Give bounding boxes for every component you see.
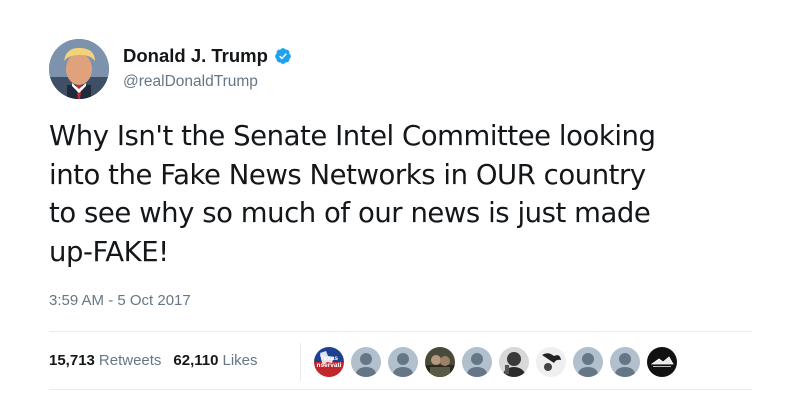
default-avatar-icon [573,347,603,377]
texas-logo-icon [314,347,344,377]
liker-avatar-default[interactable] [351,347,381,377]
verified-badge-icon [274,47,292,65]
tweet-stats: 15,713 Retweets 62,110 Likes [49,349,270,371]
like-count: 62,110 [173,351,219,369]
divider [49,331,752,332]
default-avatar-icon [462,347,492,377]
user-photo-icon [499,347,529,377]
like-label: Likes [222,351,258,369]
author-avatar[interactable] [49,39,109,99]
likers-avatar-list: Texas nservati [314,346,684,378]
user-photo-icon [536,347,566,377]
liker-avatar-photo[interactable] [499,347,529,377]
retweet-label: Retweets [98,351,162,369]
default-avatar-icon [388,347,418,377]
author-screen-name[interactable]: @realDonaldTrump [123,73,258,91]
author-name-row[interactable]: Donald J. Trump [123,44,292,68]
liker-avatar-photo[interactable] [536,347,566,377]
liker-avatar-default[interactable] [388,347,418,377]
liker-avatar-texas-conservative[interactable]: Texas nservati [314,347,344,377]
liker-avatar-default[interactable] [573,347,603,377]
divider [49,389,752,390]
liker-avatar-photo[interactable] [647,347,677,377]
retweet-count: 15,713 [49,351,95,369]
user-photo-icon [647,347,677,377]
liker-avatar-default[interactable] [610,347,640,377]
profile-photo-icon [49,39,109,99]
tweet-timestamp[interactable]: 3:59 AM - 5 Oct 2017 [49,292,191,309]
stats-separator [300,343,301,381]
retweets-stat[interactable]: 15,713 Retweets [49,352,161,369]
liker-avatar-photo[interactable] [425,347,455,377]
default-avatar-icon [351,347,381,377]
likes-stat[interactable]: 62,110 Likes [173,352,257,369]
liker-avatar-default[interactable] [462,347,492,377]
author-display-name[interactable]: Donald J. Trump [123,45,268,67]
tweet-card: Donald J. Trump @realDonaldTrump Why Isn… [0,0,800,419]
default-avatar-icon [610,347,640,377]
tweet-text: Why Isn't the Senate Intel Committee loo… [49,120,656,268]
user-photo-icon [425,347,455,377]
